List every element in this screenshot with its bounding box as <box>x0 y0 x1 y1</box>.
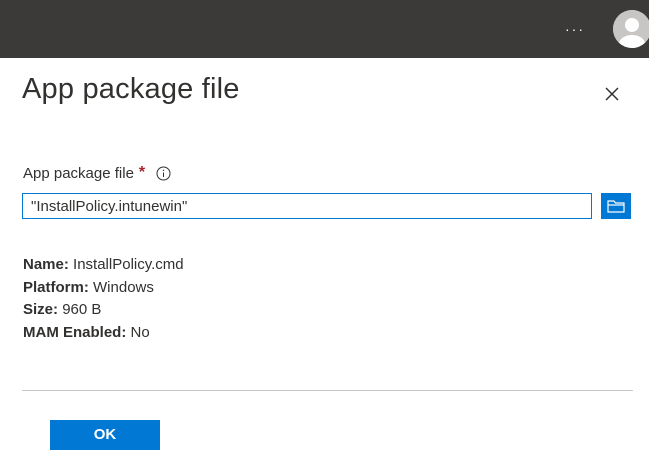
detail-key: Platform: <box>23 278 89 296</box>
more-options-button[interactable]: ··· <box>560 17 590 41</box>
ellipsis-icon: ··· <box>565 21 585 37</box>
detail-name: Name: InstallPolicy.cmd <box>23 254 184 277</box>
avatar[interactable] <box>613 10 649 48</box>
user-avatar-icon <box>613 10 649 48</box>
detail-platform: Platform: Windows <box>23 277 184 300</box>
detail-key: Size: <box>23 301 59 318</box>
divider <box>22 390 633 391</box>
detail-value: InstallPolicy.cmd <box>73 256 184 273</box>
field-label-text: App package file <box>23 164 134 182</box>
detail-key: Name: <box>23 256 69 273</box>
detail-value: Windows <box>93 278 154 296</box>
top-bar: ··· <box>0 0 649 58</box>
detail-value: 960 B <box>62 301 102 318</box>
detail-value: No <box>130 323 150 341</box>
required-marker: * <box>138 164 146 181</box>
close-button[interactable] <box>598 80 626 108</box>
ok-button[interactable]: OK <box>50 420 160 450</box>
browse-file-button[interactable] <box>601 193 631 219</box>
detail-mam-enabled: MAM Enabled: No <box>23 322 184 345</box>
field-label: App package file * <box>23 164 171 182</box>
panel-title: App package file <box>22 73 240 105</box>
folder-icon <box>607 200 625 213</box>
detail-key: MAM Enabled: <box>23 323 127 341</box>
file-details: Name: InstallPolicy.cmd Platform: Window… <box>23 254 184 344</box>
detail-size: Size: 960 B <box>23 299 184 322</box>
app-package-file-input[interactable] <box>22 193 592 219</box>
info-icon[interactable] <box>156 166 171 181</box>
close-icon <box>605 87 619 101</box>
